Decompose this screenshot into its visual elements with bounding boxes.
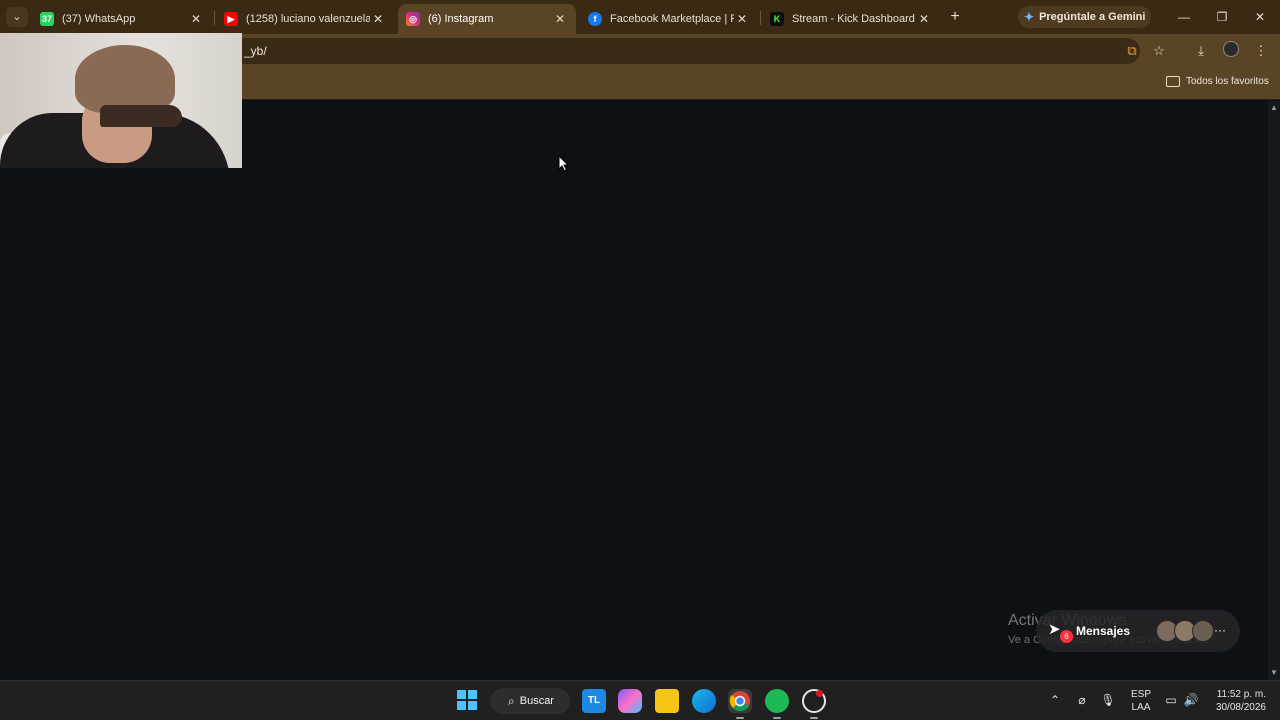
chrome-icon [729, 691, 750, 712]
taskbar-search[interactable]: ⌕ Buscar [490, 688, 570, 714]
tab-title: Stream - Kick Dashboard [792, 13, 915, 25]
tab-separator [214, 11, 215, 25]
close-tab-icon[interactable]: ✕ [552, 11, 568, 27]
start-button[interactable] [456, 689, 480, 713]
recording-indicator [816, 690, 823, 697]
taskbar: ⌕ Buscar TL ⌃ ⌀ 🎙 ESP LAA ▭ 🔊 11:52 p. m… [0, 680, 1280, 720]
scrollbar[interactable]: ▲ ▼ [1268, 101, 1280, 680]
gemini-sparkle-icon: ✦ [1024, 10, 1035, 24]
messages-label: Mensajes [1076, 624, 1131, 638]
tab-kick-dashboard[interactable]: K Stream - Kick Dashboard ✕ [762, 4, 940, 34]
lang-line2: LAA [1131, 702, 1151, 713]
volume-icon[interactable]: 🔊 [1183, 693, 1199, 707]
cast-icon[interactable]: ⧉ [1122, 41, 1142, 61]
file-explorer-icon[interactable] [655, 689, 679, 713]
instagram-icon: ◎ [406, 12, 420, 26]
avatar [1192, 620, 1214, 642]
scroll-up-icon[interactable]: ▲ [1270, 104, 1278, 112]
address-bar[interactable]: _yb/ [230, 38, 1140, 64]
facebook-icon: f [588, 12, 602, 26]
tab-title: Facebook Marketplace | Fac [610, 13, 734, 25]
close-icon: ✕ [1254, 10, 1266, 24]
tab-youtube[interactable]: ▶ (1258) luciano valenzuela m ✕ [216, 4, 394, 34]
tab-search-button[interactable]: ⌄ [6, 7, 28, 27]
date: 30/08/2026 [1215, 702, 1266, 713]
spotify-icon[interactable] [765, 689, 789, 713]
windows-icon [457, 690, 477, 710]
close-tab-icon[interactable]: ✕ [916, 11, 932, 27]
network-off-icon[interactable]: ⌀ [1074, 693, 1090, 707]
messages-badge: 6 [1060, 630, 1073, 643]
all-bookmarks-folder[interactable]: Todos los favoritos [1166, 76, 1269, 87]
more-menu-icon[interactable]: ⋮ [1251, 41, 1271, 61]
profile-avatar[interactable] [1221, 41, 1241, 61]
active-indicator [736, 717, 744, 719]
tab-whatsapp[interactable]: 37 (37) WhatsApp ✕ [32, 4, 212, 34]
tab-title: (37) WhatsApp [62, 13, 136, 25]
display-icon[interactable]: ▭ [1163, 693, 1179, 707]
tab-strip: ⌄ 37 (37) WhatsApp ✕ ▶ (1258) luciano va… [0, 0, 1280, 34]
gemini-label: Pregúntale a Gemini [1039, 11, 1146, 23]
minimize-button[interactable]: — [1170, 6, 1198, 28]
messages-button[interactable]: ➤ 6 Mensajes ··· [1036, 610, 1240, 652]
close-tab-icon[interactable]: ✕ [370, 11, 386, 27]
search-label: Buscar [519, 695, 554, 707]
tl-app-icon[interactable]: TL [582, 689, 606, 713]
tab-title: (1258) luciano valenzuela m [246, 13, 370, 25]
tab-instagram[interactable]: ◎ (6) Instagram ✕ [398, 4, 576, 34]
new-tab-button[interactable]: + [946, 8, 964, 26]
mouse-cursor-icon [558, 155, 570, 172]
chevron-up-icon[interactable]: ⌃ [1047, 693, 1063, 707]
restore-icon: ❐ [1216, 10, 1228, 24]
address-text: _yb/ [244, 44, 267, 58]
minimize-icon: — [1178, 10, 1190, 24]
active-indicator [773, 717, 781, 719]
download-icon[interactable]: ⤓ [1191, 41, 1211, 61]
close-window-button[interactable]: ✕ [1246, 6, 1274, 28]
webcam-cap-visor [100, 105, 182, 127]
whatsapp-icon: 37 [40, 12, 54, 26]
kick-icon: K [770, 12, 784, 26]
active-indicator [810, 717, 818, 719]
microphone-icon[interactable]: 🎙 [1100, 693, 1116, 707]
search-icon: ⌕ [508, 693, 515, 708]
copilot-icon[interactable] [618, 689, 642, 713]
tab-facebook-marketplace[interactable]: f Facebook Marketplace | Fac ✕ [580, 4, 758, 34]
restore-button[interactable]: ❐ [1208, 6, 1236, 28]
webcam-overlay [0, 33, 242, 168]
tab-title: (6) Instagram [428, 13, 494, 25]
close-tab-icon[interactable]: ✕ [188, 11, 204, 27]
tab-separator [760, 11, 761, 25]
chrome-taskbar-button[interactable] [728, 689, 752, 713]
webcam-cap [75, 45, 175, 113]
clock[interactable]: 11:52 p. m. 30/08/2026 [1208, 688, 1266, 714]
more-icon: ··· [1214, 623, 1226, 637]
page-content [0, 101, 1268, 680]
folder-icon [1166, 76, 1180, 87]
edge-icon[interactable] [692, 689, 716, 713]
close-tab-icon[interactable]: ✕ [734, 11, 750, 27]
time: 11:52 p. m. [1216, 689, 1266, 700]
scroll-down-icon[interactable]: ▼ [1270, 669, 1278, 677]
chevron-down-icon: ⌄ [12, 11, 22, 23]
lang-line1: ESP [1130, 689, 1151, 700]
gemini-button[interactable]: ✦ Pregúntale a Gemini [1018, 6, 1151, 28]
bookmark-star-icon[interactable]: ☆ [1149, 41, 1169, 61]
language-indicator[interactable]: ESP LAA [1130, 688, 1152, 714]
youtube-icon: ▶ [224, 12, 238, 26]
bookmarks-folder-label: Todos los favoritos [1186, 76, 1269, 87]
